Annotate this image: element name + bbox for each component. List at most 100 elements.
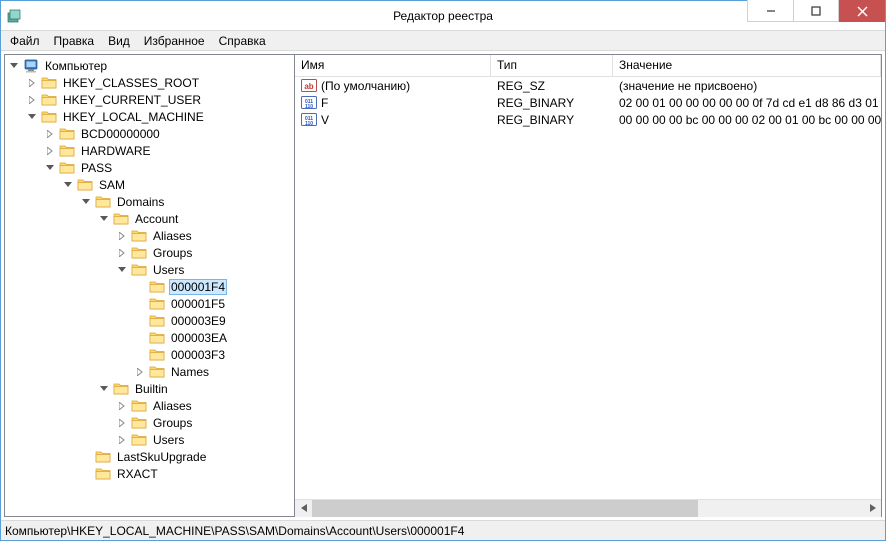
expand-icon[interactable]: [25, 76, 39, 90]
tree-node-account[interactable]: Account: [95, 210, 294, 227]
tree-node-domains[interactable]: Domains: [77, 193, 294, 210]
tree-node-bcd[interactable]: BCD00000000: [41, 125, 294, 142]
values-pane: Имя Тип Значение (По умолчанию) REG_SZ (…: [295, 55, 881, 516]
menu-view[interactable]: Вид: [101, 32, 137, 50]
tree-label: HKEY_LOCAL_MACHINE: [61, 110, 206, 124]
tree-label: 000001F5: [169, 297, 227, 311]
tree-label: RXACT: [115, 467, 160, 481]
tree-node-lastskuupgrade[interactable]: LastSkuUpgrade: [77, 448, 294, 465]
menu-favorites[interactable]: Избранное: [137, 32, 212, 50]
tree-node-hkcu[interactable]: HKEY_CURRENT_USER: [23, 91, 294, 108]
computer-icon: [23, 58, 39, 74]
collapse-icon[interactable]: [25, 110, 39, 124]
tree-node-rxact[interactable]: RXACT: [77, 465, 294, 482]
folder-icon: [95, 466, 111, 482]
tree-label: Names: [169, 365, 211, 379]
registry-tree: Компьютер HKEY_CLASSES_ROOT HKEY_CURRENT…: [5, 57, 294, 482]
minimize-button[interactable]: [747, 0, 793, 22]
expand-icon[interactable]: [43, 144, 57, 158]
value-data: (значение не присвоено): [613, 79, 881, 93]
tree-label: PASS: [79, 161, 114, 175]
scroll-right-button[interactable]: [864, 500, 881, 517]
statusbar: Компьютер\HKEY_LOCAL_MACHINE\PASS\SAM\Do…: [1, 520, 885, 540]
tree-label: Users: [151, 263, 186, 277]
value-data: 00 00 00 00 bc 00 00 00 02 00 01 00 bc 0…: [613, 113, 881, 127]
column-header-type[interactable]: Тип: [491, 55, 613, 76]
value-type: REG_BINARY: [491, 96, 613, 110]
collapse-icon[interactable]: [61, 178, 75, 192]
close-button[interactable]: [839, 0, 885, 22]
expand-icon[interactable]: [25, 93, 39, 107]
tree-node-sam[interactable]: SAM: [59, 176, 294, 193]
folder-icon: [59, 160, 75, 176]
tree-node-builtin-groups[interactable]: Groups: [113, 414, 294, 431]
main-area: Компьютер HKEY_CLASSES_ROOT HKEY_CURRENT…: [4, 54, 882, 517]
menu-edit[interactable]: Правка: [47, 32, 102, 50]
collapse-icon[interactable]: [97, 382, 111, 396]
tree-pane[interactable]: Компьютер HKEY_CLASSES_ROOT HKEY_CURRENT…: [5, 55, 295, 516]
expand-icon[interactable]: [115, 246, 129, 260]
tree-node-000003e9[interactable]: 000003E9: [131, 312, 294, 329]
tree-node-000001f5[interactable]: 000001F5: [131, 295, 294, 312]
expand-icon[interactable]: [43, 127, 57, 141]
tree-node-aliases[interactable]: Aliases: [113, 227, 294, 244]
tree-label: BCD00000000: [79, 127, 162, 141]
string-value-icon: [301, 78, 317, 93]
tree-node-names[interactable]: Names: [131, 363, 294, 380]
folder-icon: [149, 279, 165, 295]
collapse-icon[interactable]: [115, 263, 129, 277]
maximize-button[interactable]: [793, 0, 839, 22]
collapse-icon[interactable]: [43, 161, 57, 175]
folder-icon: [149, 347, 165, 363]
value-row-v[interactable]: V REG_BINARY 00 00 00 00 bc 00 00 00 02 …: [295, 111, 881, 128]
folder-icon: [41, 92, 57, 108]
expand-icon[interactable]: [115, 399, 129, 413]
horizontal-scrollbar[interactable]: [295, 499, 881, 516]
value-name: (По умолчанию): [321, 79, 410, 93]
tree-node-pass[interactable]: PASS: [41, 159, 294, 176]
tree-label: Users: [151, 433, 186, 447]
tree-node-hardware[interactable]: HARDWARE: [41, 142, 294, 159]
scroll-thumb[interactable]: [312, 500, 698, 517]
tree-node-builtin-aliases[interactable]: Aliases: [113, 397, 294, 414]
tree-node-builtin-users[interactable]: Users: [113, 431, 294, 448]
folder-icon: [131, 245, 147, 261]
registry-editor-window: Редактор реестра Файл Правка Вид Избранн…: [0, 0, 886, 541]
window-controls: [747, 1, 885, 30]
menu-help[interactable]: Справка: [212, 32, 273, 50]
tree-label: HKEY_CURRENT_USER: [61, 93, 203, 107]
tree-node-hkcr[interactable]: HKEY_CLASSES_ROOT: [23, 74, 294, 91]
tree-label: Builtin: [133, 382, 170, 396]
expand-icon[interactable]: [133, 365, 147, 379]
column-header-name[interactable]: Имя: [295, 55, 491, 76]
tree-node-hklm[interactable]: HKEY_LOCAL_MACHINE: [23, 108, 294, 125]
expand-icon[interactable]: [115, 416, 129, 430]
list-body[interactable]: (По умолчанию) REG_SZ (значение не присв…: [295, 77, 881, 499]
tree-label: Groups: [151, 416, 194, 430]
scroll-left-button[interactable]: [295, 500, 312, 517]
tree-node-groups[interactable]: Groups: [113, 244, 294, 261]
tree-node-000001f4[interactable]: 000001F4: [131, 278, 294, 295]
folder-icon: [95, 194, 111, 210]
tree-node-000003ea[interactable]: 000003EA: [131, 329, 294, 346]
collapse-icon[interactable]: [7, 59, 21, 73]
expand-icon[interactable]: [115, 229, 129, 243]
collapse-icon[interactable]: [79, 195, 93, 209]
folder-icon: [131, 432, 147, 448]
menubar: Файл Правка Вид Избранное Справка: [1, 31, 885, 51]
scroll-track[interactable]: [312, 500, 864, 517]
value-row-f[interactable]: F REG_BINARY 02 00 01 00 00 00 00 00 0f …: [295, 94, 881, 111]
tree-node-builtin[interactable]: Builtin: [95, 380, 294, 397]
column-header-value[interactable]: Значение: [613, 55, 881, 76]
tree-label: 000003F3: [169, 348, 227, 362]
tree-label: Account: [133, 212, 180, 226]
value-row-default[interactable]: (По умолчанию) REG_SZ (значение не присв…: [295, 77, 881, 94]
tree-node-computer[interactable]: Компьютер: [5, 57, 294, 74]
expand-icon[interactable]: [115, 433, 129, 447]
tree-node-users[interactable]: Users: [113, 261, 294, 278]
tree-node-000003f3[interactable]: 000003F3: [131, 346, 294, 363]
folder-icon: [113, 211, 129, 227]
folder-icon: [149, 313, 165, 329]
menu-file[interactable]: Файл: [3, 32, 47, 50]
collapse-icon[interactable]: [97, 212, 111, 226]
